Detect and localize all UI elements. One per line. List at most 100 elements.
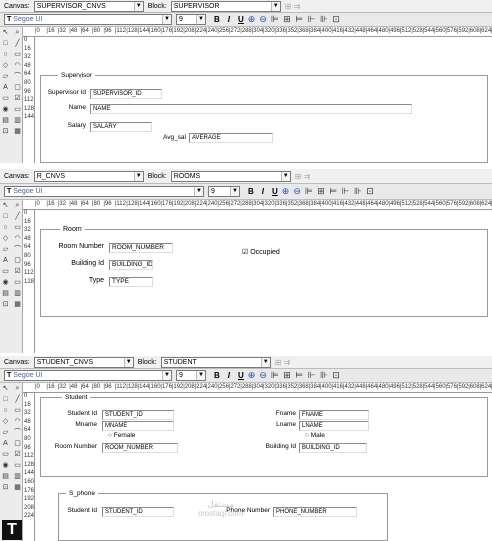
field-name[interactable]: NAME [90,104,412,114]
bold-button[interactable]: B [214,15,220,24]
rotate-tool-icon[interactable]: ⌕ [12,28,23,38]
image-tool-icon[interactable]: ▥ [12,472,23,482]
zoom-in-icon[interactable]: ⊕ [282,186,290,197]
text-tool-icon[interactable]: A [0,256,11,266]
ellipse-tool-icon[interactable]: ○ [0,223,11,233]
layout-icon[interactable]: ⊞ ⇉ [295,172,311,181]
italic-button[interactable]: I [228,371,230,380]
stacked-canvas-tool-icon[interactable]: ▦ [12,483,23,493]
chevron-down-icon[interactable]: ▼ [162,15,171,24]
select-tool-icon[interactable]: ↖ [0,201,11,211]
zoom-out-icon[interactable]: ⊖ [259,14,267,25]
rect-tool-icon[interactable]: □ [0,39,11,49]
chart-tool-icon[interactable]: ⊡ [0,483,11,493]
textitem-tool-icon[interactable]: ▭ [12,105,23,115]
rotate-tool-icon[interactable]: ⌕ [12,384,23,394]
checkbox-tool-icon[interactable]: ☑ [12,267,23,277]
field-room-number[interactable]: ROOM_NUMBER [109,243,173,253]
chevron-down-icon[interactable]: ▼ [123,357,133,367]
block-select[interactable]: SUPERVISOR ▼ [170,0,281,12]
rounded-rect-tool-icon[interactable]: ▭ [12,406,23,416]
align-icons[interactable]: ⊫ ⊞ ⊨ ⊩ ⊪ ⊡ [305,186,375,197]
italic-button[interactable]: I [262,187,264,196]
radio-male[interactable]: ○ Male [305,432,325,439]
chevron-down-icon[interactable]: ▼ [196,371,205,380]
block-select[interactable]: STUDENT ▼ [160,356,271,368]
field-avg-sal[interactable]: AVERAGE [189,133,273,143]
rounded-rect-tool-icon[interactable]: ▭ [12,50,23,60]
radio-female[interactable]: ○ Female [108,432,135,439]
chart-tool-icon[interactable]: ⊡ [0,300,11,310]
font-select[interactable]: T Segoe UI ▼ [4,14,172,25]
chevron-down-icon[interactable]: ▼ [280,171,290,181]
font-size-select[interactable]: 9 ▼ [176,370,206,381]
arc-tool-icon[interactable]: ◠ [12,417,23,427]
frame-tool-icon[interactable]: ▢ [12,439,23,449]
radio-tool-icon[interactable]: ◉ [0,461,11,471]
rotate-tool-icon[interactable]: ⌕ [12,201,23,211]
field-type[interactable]: TYPE [109,277,153,287]
field-salary[interactable]: SALARY [90,122,152,132]
freehand-tool-icon[interactable]: ⌒ [12,428,23,438]
field-building-id[interactable]: BUILDING_ID [299,443,367,453]
chevron-down-icon[interactable]: ▼ [194,187,203,196]
block-select[interactable]: ROOMS ▼ [170,170,291,182]
ellipse-tool-icon[interactable]: ○ [0,50,11,60]
underline-button[interactable]: U [238,371,244,380]
field-fname[interactable]: FNAME [299,410,369,420]
field-phone-number[interactable]: PHONE_NUMBER [273,507,357,517]
checkbox-tool-icon[interactable]: ☑ [12,450,23,460]
polygon-tool-icon[interactable]: ◇ [0,234,11,244]
button-tool-icon[interactable]: ▭ [0,267,11,277]
image-tool-icon[interactable]: ▥ [12,116,23,126]
button-tool-icon[interactable]: ▭ [0,450,11,460]
italic-button[interactable]: I [228,15,230,24]
text-tool-icon[interactable]: A [0,439,11,449]
polyline-tool-icon[interactable]: ▱ [0,428,11,438]
button-tool-icon[interactable]: ▭ [0,94,11,104]
layout-icon[interactable]: ⊞ ⇉ [275,358,291,367]
ellipse-tool-icon[interactable]: ○ [0,406,11,416]
textitem-tool-icon[interactable]: ▭ [12,278,23,288]
freehand-tool-icon[interactable]: ⌒ [12,72,23,82]
line-tool-icon[interactable]: ╱ [12,395,23,405]
field-student-id-2[interactable]: STUDENT_ID [102,507,174,517]
canvas-select[interactable]: STUDENT_CNVS ▼ [33,356,134,368]
underline-button[interactable]: U [272,187,278,196]
checkbox-tool-icon[interactable]: ☑ [12,94,23,104]
field-student-id[interactable]: STUDENT_ID [102,410,174,420]
image-tool-icon[interactable]: ▥ [12,289,23,299]
bold-button[interactable]: B [248,187,254,196]
frame-tool-icon[interactable]: ▢ [12,256,23,266]
zoom-in-icon[interactable]: ⊕ [248,370,256,381]
canvas-select[interactable]: R_CNVS ▼ [33,170,144,182]
font-size-select[interactable]: 9 ▼ [208,186,240,197]
canvas-select[interactable]: SUPERVISOR_CNVS ▼ [33,0,144,12]
chevron-down-icon[interactable]: ▼ [260,357,270,367]
font-select[interactable]: T Segoe UI ▼ [4,370,172,381]
line-tool-icon[interactable]: ╱ [12,212,23,222]
chevron-down-icon[interactable]: ▼ [230,187,239,196]
arc-tool-icon[interactable]: ◠ [12,234,23,244]
field-room-number[interactable]: ROOM_NUMBER [102,443,178,453]
chevron-down-icon[interactable]: ▼ [133,1,143,11]
field-supervisor-id[interactable]: SUPERVISOR_ID [90,89,162,99]
radio-tool-icon[interactable]: ◉ [0,278,11,288]
select-tool-icon[interactable]: ↖ [0,28,11,38]
chevron-down-icon[interactable]: ▼ [196,15,205,24]
listitem-tool-icon[interactable]: ▤ [0,472,11,482]
listitem-tool-icon[interactable]: ▤ [0,116,11,126]
field-mname[interactable]: MNAME [102,421,174,431]
align-icons[interactable]: ⊫ ⊞ ⊨ ⊩ ⊪ ⊡ [271,370,341,381]
rect-tool-icon[interactable]: □ [0,212,11,222]
freehand-tool-icon[interactable]: ⌒ [12,245,23,255]
polygon-tool-icon[interactable]: ◇ [0,61,11,71]
zoom-out-icon[interactable]: ⊖ [259,370,267,381]
stacked-canvas-tool-icon[interactable]: ▦ [12,300,23,310]
chevron-down-icon[interactable]: ▼ [162,371,171,380]
underline-button[interactable]: U [238,15,244,24]
chevron-down-icon[interactable]: ▼ [270,1,280,11]
frame-tool-icon[interactable]: ▢ [12,83,23,93]
select-tool-icon[interactable]: ↖ [0,384,11,394]
align-icons[interactable]: ⊫ ⊞ ⊨ ⊩ ⊪ ⊡ [271,14,341,25]
